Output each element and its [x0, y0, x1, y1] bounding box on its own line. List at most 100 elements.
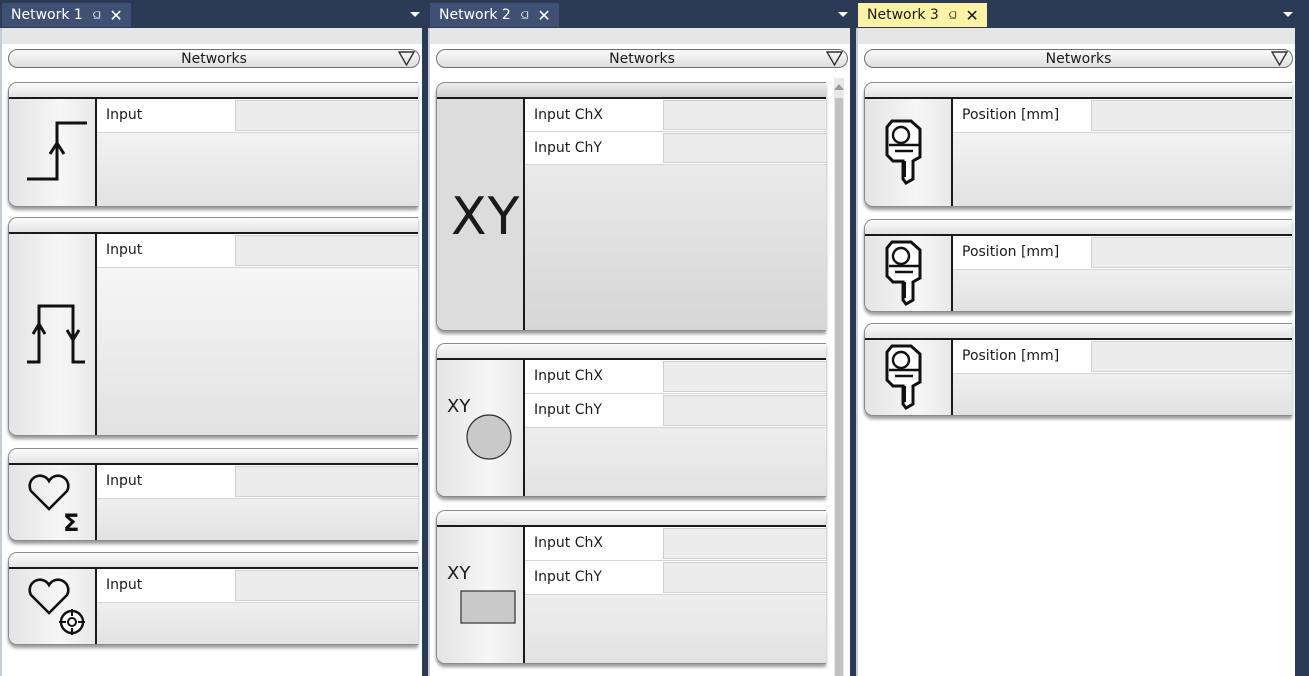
input-row: Input	[97, 99, 418, 133]
network-card[interactable]: XY Input ChX Input ChY	[436, 510, 826, 664]
input-row: Input ChY	[525, 561, 826, 595]
input-row: Input ChY	[525, 132, 826, 165]
pane-body: Networks XY Input ChX Input ChY XY Input…	[428, 28, 850, 676]
filter-triangle-icon[interactable]	[398, 51, 415, 66]
networks-dropdown-label: Networks	[181, 51, 247, 67]
network-card[interactable]: XY Input ChX Input ChY	[436, 343, 826, 497]
card-header	[437, 83, 826, 99]
input-label: Input ChY	[534, 569, 602, 585]
card-header	[865, 324, 1292, 340]
tab-strip: Network 2 ⫑ ✕	[428, 0, 856, 28]
filter-triangle-icon[interactable]	[1271, 51, 1288, 66]
card-body: Input ChX Input ChY	[525, 99, 826, 330]
xy-large-icon: XY	[437, 99, 525, 330]
input-row: Input	[97, 465, 418, 499]
card-body: Input	[97, 99, 418, 206]
card-body: Position [mm]	[953, 340, 1292, 415]
network-card[interactable]: Input	[8, 82, 418, 207]
input-value-field[interactable]	[235, 570, 418, 601]
chevron-down-icon[interactable]	[1283, 12, 1293, 17]
networks-dropdown[interactable]: Networks	[864, 49, 1293, 68]
input-row: Input ChX	[525, 99, 826, 132]
xy-label: XY	[451, 187, 521, 247]
input-value-field[interactable]	[663, 100, 826, 130]
input-value-field[interactable]	[235, 100, 418, 131]
networks-dropdown-label: Networks	[1045, 51, 1112, 67]
pin-icon[interactable]: ⫑	[93, 8, 101, 23]
card-body: Input	[97, 465, 418, 540]
input-label: Input	[106, 577, 143, 593]
tab-network-3[interactable]: Network 3 ⫑ ✕	[858, 3, 987, 27]
input-label: Input	[106, 473, 143, 489]
tab-label: Network 3	[867, 7, 939, 23]
input-row: Input ChX	[525, 527, 826, 561]
networks-dropdown[interactable]: Networks	[8, 49, 420, 68]
input-row: Position [mm]	[953, 236, 1292, 270]
scroll-up-arrow-icon[interactable]	[834, 84, 844, 90]
xy-circle-icon: XY	[437, 360, 525, 496]
close-icon[interactable]: ✕	[109, 6, 122, 25]
network-card[interactable]: Position [mm]	[864, 219, 1292, 312]
input-value-field[interactable]	[235, 466, 418, 497]
pane-body: Networks Input Input Σ Input Input	[0, 28, 422, 676]
network-card[interactable]: Input	[8, 552, 418, 645]
card-body: Input ChX Input ChY	[525, 527, 826, 663]
network-2-pane: Network 2 ⫑ ✕ Networks XY Input ChX Inpu…	[428, 0, 856, 676]
card-body: Position [mm]	[953, 236, 1292, 311]
vertical-scrollbar[interactable]	[834, 78, 844, 676]
input-value-field[interactable]	[663, 395, 826, 426]
input-label: Position [mm]	[962, 244, 1060, 260]
input-label: Input ChY	[534, 402, 602, 418]
input-value-field[interactable]	[663, 562, 826, 593]
close-icon[interactable]: ✕	[537, 6, 550, 25]
input-value-field[interactable]	[1091, 341, 1292, 372]
input-value-field[interactable]	[663, 361, 826, 392]
toolbar-band	[430, 28, 850, 44]
chevron-down-icon[interactable]	[410, 12, 420, 17]
input-label: Input ChX	[534, 368, 603, 384]
position-sensor-icon	[865, 236, 953, 311]
input-value-field[interactable]	[663, 133, 826, 163]
networks-dropdown[interactable]: Networks	[436, 49, 848, 68]
card-header	[9, 449, 418, 465]
card-header	[437, 511, 826, 527]
input-label: Input	[106, 242, 143, 258]
network-card[interactable]: Position [mm]	[864, 323, 1292, 416]
card-body: Position [mm]	[953, 99, 1292, 206]
card-header	[437, 344, 826, 360]
card-header	[9, 83, 418, 99]
tab-label: Network 1	[11, 7, 83, 23]
toolbar-band	[858, 28, 1295, 44]
input-value-field[interactable]	[1091, 237, 1292, 268]
input-value-field[interactable]	[663, 528, 826, 559]
scrollbar-thumb[interactable]	[835, 98, 843, 676]
input-value-field[interactable]	[1091, 100, 1292, 131]
input-label: Input ChX	[534, 535, 603, 551]
tab-network-2[interactable]: Network 2 ⫑ ✕	[430, 3, 559, 27]
input-label: Input ChX	[534, 107, 603, 123]
input-label: Input	[106, 107, 143, 123]
network-card[interactable]: Input	[8, 217, 418, 436]
tab-strip: Network 3 ⫑ ✕	[856, 0, 1309, 28]
chevron-down-icon[interactable]	[838, 12, 848, 17]
pin-icon[interactable]: ⫑	[521, 8, 529, 23]
input-row: Input ChX	[525, 360, 826, 394]
network-card[interactable]: Σ Input	[8, 448, 418, 541]
input-value-field[interactable]	[235, 235, 418, 266]
pin-icon[interactable]: ⫑	[949, 8, 957, 23]
xy-rectangle-icon: XY	[437, 527, 525, 663]
input-label: Position [mm]	[962, 348, 1060, 364]
filter-triangle-icon[interactable]	[826, 51, 843, 66]
position-sensor-icon	[865, 99, 953, 206]
card-body: Input	[97, 234, 418, 435]
card-header	[865, 83, 1292, 99]
network-card[interactable]: XY Input ChX Input ChY	[436, 82, 826, 331]
input-row: Position [mm]	[953, 99, 1292, 133]
network-card[interactable]: Position [mm]	[864, 82, 1292, 207]
close-icon[interactable]: ✕	[965, 6, 978, 25]
card-header	[9, 553, 418, 569]
input-row: Input	[97, 234, 418, 268]
input-row: Input ChY	[525, 394, 826, 428]
tab-network-1[interactable]: Network 1 ⫑ ✕	[2, 3, 131, 27]
tab-label: Network 2	[439, 7, 511, 23]
